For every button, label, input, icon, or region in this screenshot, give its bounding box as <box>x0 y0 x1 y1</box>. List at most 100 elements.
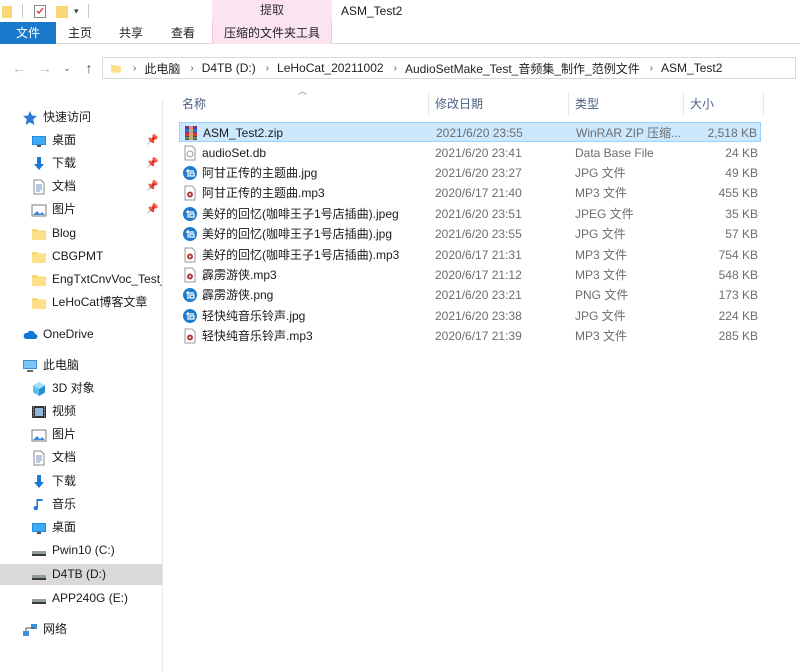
file-type: MP3 文件 <box>575 329 628 343</box>
column-header-size[interactable]: 大小 <box>690 92 714 116</box>
music-icon <box>31 497 47 513</box>
nav-item-downloads-pc[interactable]: 下载 <box>0 471 162 492</box>
column-header-type[interactable]: 类型 <box>575 92 599 116</box>
nav-item-lehocat-blog[interactable]: LeHoCat博客文章 <box>0 292 162 313</box>
folder-icon <box>31 272 47 288</box>
breadcrumb-this-pc[interactable]: 此电脑 <box>144 60 180 77</box>
file-date: 2021/6/20 23:27 <box>435 166 522 180</box>
pin-icon[interactable]: 📌 <box>146 199 158 220</box>
nav-item-3d-objects[interactable]: 3D 对象 <box>0 378 162 399</box>
desktop-icon <box>31 133 47 149</box>
nav-item-drive-d[interactable]: D4TB (D:) <box>0 564 162 585</box>
properties-icon[interactable] <box>34 3 46 19</box>
chevron-right-icon[interactable]: › <box>650 63 653 74</box>
pin-icon[interactable]: 📌 <box>146 130 158 151</box>
nav-item-pictures[interactable]: 图片 📌 <box>0 199 162 220</box>
file-row[interactable]: 霹雳游侠.png 2021/6/20 23:21 PNG 文件 173 KB <box>179 285 761 305</box>
computer-icon <box>22 358 38 374</box>
column-header-date[interactable]: 修改日期 <box>435 92 483 116</box>
file-type: JPG 文件 <box>575 309 626 323</box>
breadcrumb-lehocat[interactable]: LeHoCat_20211002 <box>277 61 384 75</box>
file-row[interactable]: 轻快纯音乐铃声.jpg 2021/6/20 23:38 JPG 文件 224 K… <box>179 306 761 326</box>
file-row[interactable]: 阿甘正传的主题曲.mp3 2020/6/17 21:40 MP3 文件 455 … <box>179 183 761 203</box>
nav-item-cbgpmt[interactable]: CBGPMT <box>0 246 162 267</box>
chevron-right-icon[interactable]: › <box>394 63 397 74</box>
nav-item-documents[interactable]: 文档 📌 <box>0 176 162 197</box>
nav-network[interactable]: 网络 <box>0 619 162 640</box>
tab-share[interactable]: 共享 <box>104 22 158 44</box>
column-header-name[interactable]: 名称 <box>182 92 206 116</box>
file-row[interactable]: 霹雳游侠.mp3 2020/6/17 21:12 MP3 文件 548 KB <box>179 265 761 285</box>
nav-item-engtxtcnvvoc[interactable]: EngTxtCnvVoc_Test_ <box>0 269 162 290</box>
column-divider[interactable] <box>683 92 684 116</box>
nav-label: 此电脑 <box>43 358 80 372</box>
column-divider[interactable] <box>428 92 429 116</box>
file-size: 455 KB <box>718 186 758 200</box>
tab-compressed-folder-tools[interactable]: 压缩的文件夹工具 <box>212 22 332 44</box>
nav-item-downloads[interactable]: 下载 📌 <box>0 153 162 174</box>
nav-item-documents-pc[interactable]: 文档 <box>0 447 162 468</box>
file-row[interactable]: 阿甘正传的主题曲.jpg 2021/6/20 23:27 JPG 文件 49 K… <box>179 163 761 183</box>
audio-file-icon <box>182 267 198 283</box>
pin-icon[interactable]: 📌 <box>146 176 158 197</box>
file-row[interactable]: audioSet.db 2021/6/20 23:41 Data Base Fi… <box>179 143 761 163</box>
nav-quick-access[interactable]: 快速访问 <box>0 107 162 128</box>
nav-label: 文档 <box>52 179 77 193</box>
nav-item-desktop[interactable]: 桌面 📌 <box>0 130 162 151</box>
file-name: 美好的回忆(咖啡王子1号店插曲).jpg <box>202 227 393 241</box>
folder-icon <box>31 226 47 242</box>
file-name: 美好的回忆(咖啡王子1号店插曲).mp3 <box>202 248 400 262</box>
forward-arrow-icon[interactable]: → <box>36 58 54 78</box>
tab-file[interactable]: 文件 <box>0 22 56 44</box>
file-row[interactable]: 美好的回忆(咖啡王子1号店插曲).mp3 2020/6/17 21:31 MP3… <box>179 245 761 265</box>
file-name: 阿甘正传的主题曲.jpg <box>202 166 318 180</box>
chevron-right-icon[interactable]: › <box>266 63 269 74</box>
new-folder-icon[interactable] <box>56 3 68 19</box>
navigation-pane: 快速访问 桌面 📌 下载 📌 文档 📌 图片 📌 Blog CBGPMT Eng… <box>0 100 163 672</box>
breadcrumb-audiosetmake[interactable]: AudioSetMake_Test_音频集_制作_范例文件 <box>405 60 640 77</box>
nav-this-pc[interactable]: 此电脑 <box>0 355 162 376</box>
drive-icon <box>31 543 47 559</box>
nav-label: D4TB (D:) <box>52 567 106 581</box>
pin-icon[interactable]: 📌 <box>146 153 158 174</box>
chevron-right-icon[interactable]: › <box>190 63 193 74</box>
nav-label: CBGPMT <box>52 249 104 263</box>
separator <box>22 4 23 18</box>
db-file-icon <box>182 145 198 161</box>
nav-label: OneDrive <box>43 327 94 341</box>
nav-label: 文档 <box>52 450 77 464</box>
nav-label: Pwin10 (C:) <box>52 543 115 557</box>
title-bar: ▾ 提取 ASM_Test2 <box>0 0 800 22</box>
file-date: 2021/6/20 23:55 <box>435 227 522 241</box>
tab-view[interactable]: 查看 <box>158 22 208 44</box>
breadcrumb-asm-test2[interactable]: ASM_Test2 <box>661 61 722 75</box>
up-arrow-icon[interactable]: ↑ <box>80 58 98 78</box>
nav-item-drive-e[interactable]: APP240G (E:) <box>0 588 162 609</box>
column-divider[interactable] <box>568 92 569 116</box>
nav-onedrive[interactable]: OneDrive <box>0 324 162 345</box>
folder-icon[interactable] <box>2 3 12 19</box>
breadcrumb-drive-d[interactable]: D4TB (D:) <box>202 61 256 75</box>
nav-item-pictures-pc[interactable]: 图片 <box>0 424 162 445</box>
file-row[interactable]: 美好的回忆(咖啡王子1号店插曲).jpeg 2021/6/20 23:51 JP… <box>179 204 761 224</box>
window-title: ASM_Test2 <box>341 4 403 18</box>
address-bar[interactable]: › 此电脑 › D4TB (D:) › LeHoCat_20211002 › A… <box>102 57 796 79</box>
recent-locations-dropdown-icon[interactable]: ⌄ <box>61 58 73 78</box>
folder-icon <box>109 63 123 74</box>
tab-home[interactable]: 主页 <box>56 22 104 44</box>
nav-label: 图片 <box>52 427 77 441</box>
nav-item-desktop-pc[interactable]: 桌面 <box>0 517 162 538</box>
audio-file-icon <box>182 185 198 201</box>
quick-access-dropdown-icon[interactable]: ▾ <box>74 3 82 19</box>
nav-item-blog[interactable]: Blog <box>0 223 162 244</box>
nav-item-videos[interactable]: 视频 <box>0 401 162 422</box>
column-divider[interactable] <box>763 92 764 116</box>
file-row[interactable]: 轻快纯音乐铃声.mp3 2020/6/17 21:39 MP3 文件 285 K… <box>179 326 761 346</box>
folder-icon <box>31 249 47 265</box>
nav-item-drive-c[interactable]: Pwin10 (C:) <box>0 540 162 561</box>
nav-label: 网络 <box>43 622 68 636</box>
nav-item-music[interactable]: 音乐 <box>0 494 162 515</box>
file-row[interactable]: 美好的回忆(咖啡王子1号店插曲).jpg 2021/6/20 23:55 JPG… <box>179 224 761 244</box>
file-row[interactable]: ASM_Test2.zip 2021/6/20 23:55 WinRAR ZIP… <box>179 122 761 142</box>
back-arrow-icon[interactable]: ← <box>10 58 28 78</box>
